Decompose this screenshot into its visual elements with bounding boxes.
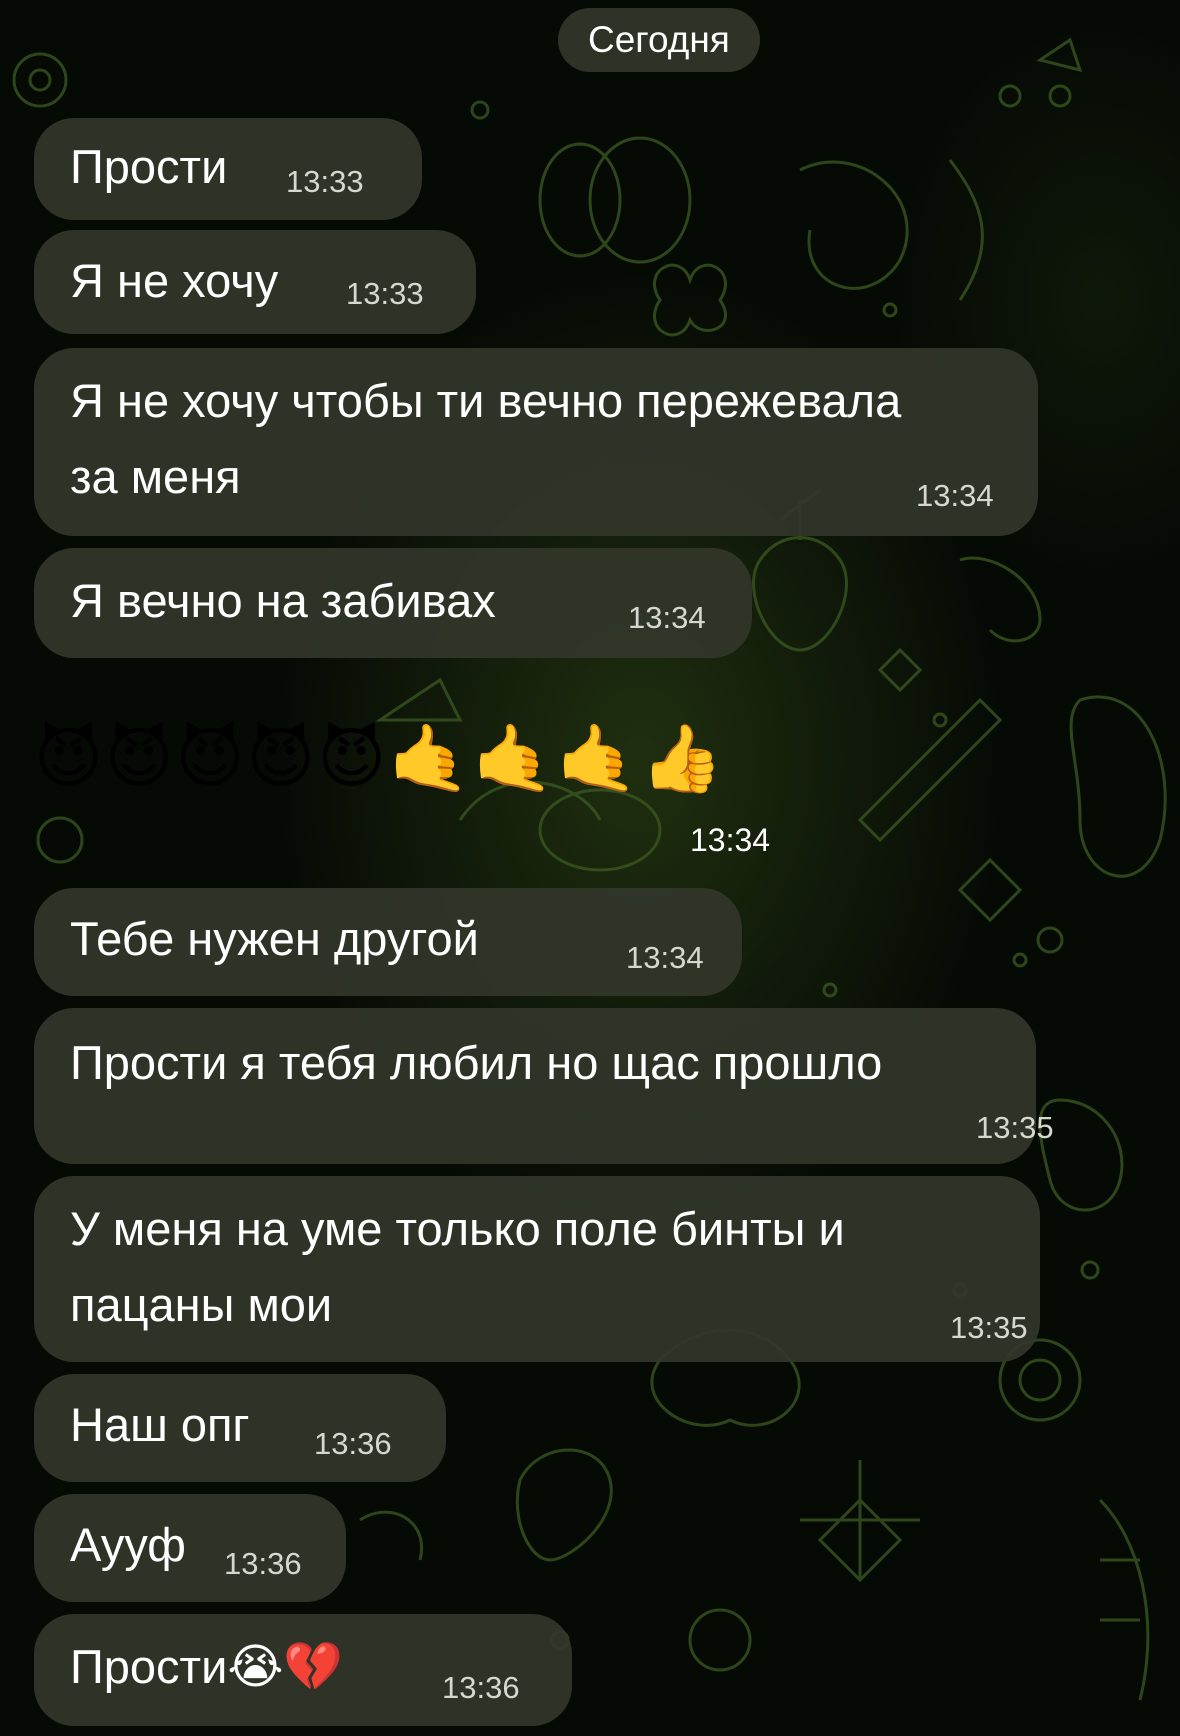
message-time: 13:34	[626, 940, 704, 975]
message-text: Аууф	[70, 1518, 186, 1571]
message-time: 13:33	[286, 164, 364, 199]
message-time: 13:34	[690, 822, 771, 858]
message-bubble[interactable]: Я не хочу 13:33	[34, 230, 476, 334]
message-bubble[interactable]: Прости 13:33	[34, 118, 422, 220]
message-time: 13:35	[950, 1310, 1028, 1345]
message-bubble[interactable]: У меня на уме только поле бинты и пацаны…	[34, 1176, 1040, 1362]
message-bubble[interactable]: Прости😭💔 13:36	[34, 1614, 572, 1726]
message-time: 13:36	[314, 1426, 392, 1461]
message-text: Тебе нужен другой	[70, 912, 479, 965]
message-time: 13:36	[224, 1546, 302, 1581]
message-text: Прости я тебя любил но щас прошло	[70, 1036, 883, 1089]
message-bubble[interactable]: Я не хочу чтобы ти вечно пережевала за м…	[34, 348, 1038, 536]
message-bubble[interactable]: Я вечно на забивах 13:34	[34, 548, 752, 658]
message-text: Наш опг	[70, 1398, 250, 1451]
message-text-line: Я не хочу чтобы ти вечно пережевала	[70, 374, 902, 427]
message-bubble[interactable]: Аууф 13:36	[34, 1494, 346, 1602]
chat-area[interactable]: Сегодня Прости 13:33 Я не хочу 13:33 Я н…	[0, 0, 1180, 1736]
message-text: Прости😭💔	[70, 1634, 343, 1701]
message-text: Я вечно на забивах	[70, 574, 496, 627]
emoji-message[interactable]: 😈😈😈😈😈🤙🤙🤙👍	[34, 718, 725, 798]
message-time: 13:36	[442, 1670, 520, 1705]
message-bubble[interactable]: Прости я тебя любил но щас прошло 13:35	[34, 1008, 1054, 1164]
message-text: Я не хочу	[70, 254, 279, 307]
message-time: 13:34	[628, 600, 706, 635]
crying-heartbreak-emoji: 😭💔	[227, 1641, 344, 1694]
message-bubble[interactable]: Наш опг 13:36	[34, 1374, 446, 1482]
message-text-line: за меня	[70, 450, 241, 503]
message-time: 13:34	[916, 478, 994, 513]
message-time: 13:33	[346, 276, 424, 311]
message-bubble[interactable]: Тебе нужен другой 13:34	[34, 888, 742, 996]
message-text: Прости	[70, 140, 228, 193]
message-text-content: Прости	[70, 1640, 228, 1693]
message-text-line: пацаны мои	[70, 1278, 333, 1331]
message-text-line: У меня на уме только поле бинты и	[70, 1202, 845, 1255]
date-separator: Сегодня	[558, 8, 760, 72]
message-time: 13:35	[976, 1110, 1054, 1145]
